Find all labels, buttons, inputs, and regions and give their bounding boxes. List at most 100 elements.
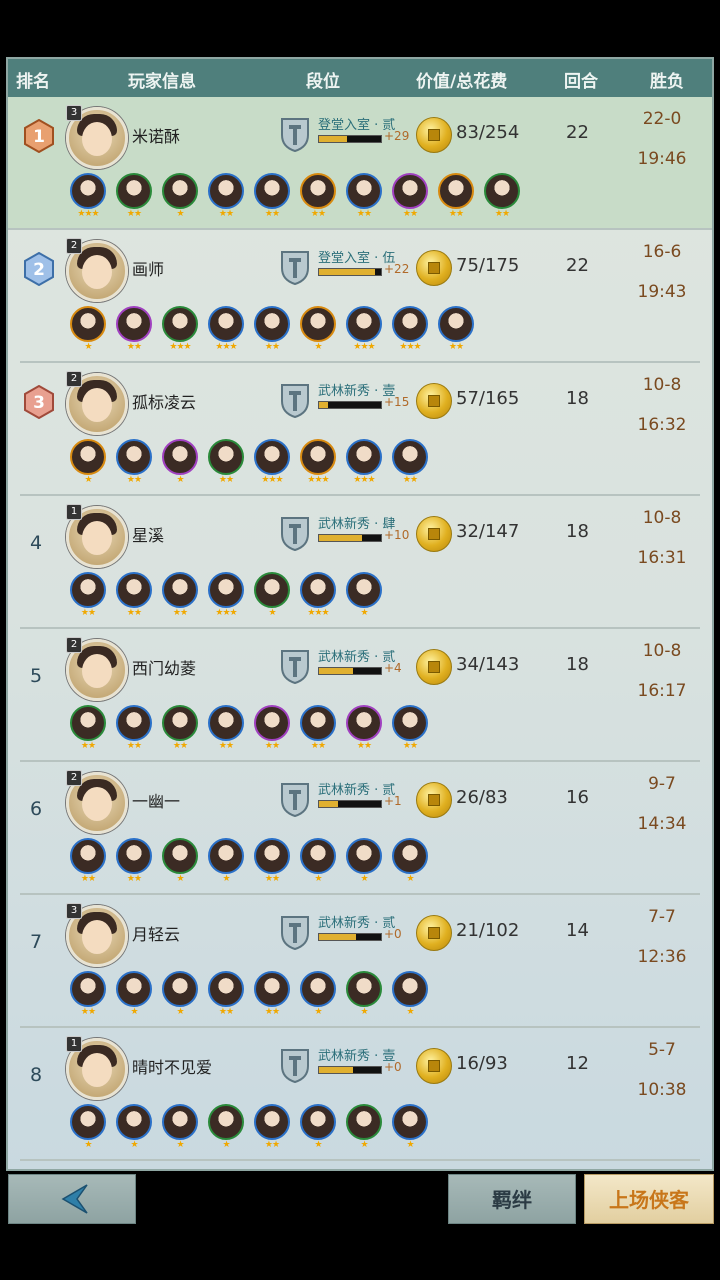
hero-portrait[interactable] [162, 705, 198, 741]
player-row[interactable]: 2 2 画师 登堂入室 · 伍 +22 75/175 22 16-6 19:43… [20, 230, 700, 363]
hero-portrait[interactable] [254, 705, 290, 741]
bonds-button[interactable]: 羁绊 [448, 1174, 576, 1224]
hero-portrait[interactable] [254, 306, 290, 342]
hero-portrait[interactable] [484, 173, 520, 209]
hero-portrait[interactable] [346, 173, 382, 209]
hero-portrait[interactable] [300, 439, 336, 475]
hero-portrait[interactable] [162, 971, 198, 1007]
back-button[interactable] [8, 1174, 136, 1224]
hero-portrait[interactable] [162, 838, 198, 874]
hero-portrait[interactable] [300, 838, 336, 874]
hero-portrait[interactable] [254, 173, 290, 209]
hero-portrait[interactable] [162, 173, 198, 209]
hero-portrait[interactable] [346, 838, 382, 874]
hero-portrait[interactable] [254, 572, 290, 608]
hero-portrait[interactable] [300, 306, 336, 342]
player-level-badge: 2 [66, 637, 82, 653]
hero-portrait[interactable] [392, 971, 428, 1007]
hero-portrait[interactable] [70, 838, 106, 874]
hero-star-rating: ★ [84, 475, 92, 485]
hero-portrait[interactable] [162, 572, 198, 608]
hero-portrait[interactable] [392, 1104, 428, 1140]
hero-star-rating: ★★ [264, 874, 280, 884]
hero-portrait[interactable] [116, 1104, 152, 1140]
hero-portrait[interactable] [438, 306, 474, 342]
hero-portrait[interactable] [116, 572, 152, 608]
hero-portrait[interactable] [392, 838, 428, 874]
hero-portrait[interactable] [254, 838, 290, 874]
win-loss-record: 16-6 [642, 242, 682, 262]
hero-portrait[interactable] [116, 173, 152, 209]
tier-shield-icon [281, 1049, 309, 1084]
hero-portrait[interactable] [346, 971, 382, 1007]
coin-icon [416, 516, 452, 552]
player-row[interactable]: 4 1 星溪 武林新秀 · 肆 +10 32/147 18 10-8 16:31… [20, 496, 700, 629]
hero-portrait[interactable] [116, 306, 152, 342]
hero-lineup: ★★ ★ ★ ★★ ★★ ★ ★ ★ [70, 971, 630, 1021]
hero-portrait[interactable] [208, 971, 244, 1007]
player-name: 一幽一 [132, 792, 181, 811]
player-row[interactable]: 3 2 孤标凌云 武林新秀 · 壹 +15 57/165 18 10-8 16:… [20, 363, 700, 496]
hero-portrait[interactable] [208, 439, 244, 475]
hero-portrait[interactable] [116, 705, 152, 741]
hero-portrait[interactable] [70, 705, 106, 741]
hero-star-rating: ★★ [126, 741, 142, 751]
header-player-info: 玩家信息 [128, 72, 196, 92]
hero-portrait[interactable] [116, 971, 152, 1007]
player-row[interactable]: 7 3 月轻云 武林新秀 · 贰 +0 21/102 14 7-7 12:36 … [20, 895, 700, 1028]
hero-portrait[interactable] [438, 173, 474, 209]
hero-portrait[interactable] [346, 439, 382, 475]
hero-portrait[interactable] [254, 439, 290, 475]
hero-portrait[interactable] [300, 173, 336, 209]
player-row[interactable]: 1 3 米诺酥 登堂入室 · 贰 +29 83/254 22 22-0 19:4… [8, 97, 712, 230]
hero-portrait[interactable] [116, 838, 152, 874]
hero-star-rating: ★★ [80, 741, 96, 751]
hero-star-rating: ★★ [218, 1007, 234, 1017]
player-level-badge: 1 [66, 504, 82, 520]
value-cost: 32/147 [456, 521, 520, 542]
hero-portrait[interactable] [300, 572, 336, 608]
value-cost: 16/93 [456, 1053, 508, 1074]
player-row[interactable]: 5 2 西门幼菱 武林新秀 · 贰 +4 34/143 18 10-8 16:1… [20, 629, 700, 762]
hero-star-rating: ★★ [80, 1007, 96, 1017]
tier-progress-bar [318, 268, 382, 276]
hero-portrait[interactable] [300, 971, 336, 1007]
hero-star-rating: ★ [176, 1140, 184, 1150]
hero-star-rating: ★★★ [307, 608, 329, 618]
hero-portrait[interactable] [208, 572, 244, 608]
player-row[interactable]: 8 1 晴时不见爱 武林新秀 · 壹 +0 16/93 12 5-7 10:38… [20, 1028, 700, 1161]
hero-portrait[interactable] [208, 173, 244, 209]
hero-portrait[interactable] [70, 306, 106, 342]
value-cost: 26/83 [456, 787, 508, 808]
hero-star-rating: ★ [360, 1007, 368, 1017]
hero-portrait[interactable] [392, 306, 428, 342]
hero-portrait[interactable] [70, 572, 106, 608]
hero-portrait[interactable] [116, 439, 152, 475]
hero-portrait[interactable] [300, 705, 336, 741]
hero-portrait[interactable] [208, 1104, 244, 1140]
hero-portrait[interactable] [392, 173, 428, 209]
hero-portrait[interactable] [346, 1104, 382, 1140]
hero-portrait[interactable] [70, 173, 106, 209]
hero-portrait[interactable] [162, 306, 198, 342]
hero-portrait[interactable] [300, 1104, 336, 1140]
hero-portrait[interactable] [346, 705, 382, 741]
hero-star-rating: ★ [360, 1140, 368, 1150]
player-row[interactable]: 6 2 一幽一 武林新秀 · 贰 +1 26/83 16 9-7 14:34 ★… [20, 762, 700, 895]
hero-portrait[interactable] [254, 971, 290, 1007]
hero-portrait[interactable] [70, 1104, 106, 1140]
hero-portrait[interactable] [208, 306, 244, 342]
hero-portrait[interactable] [392, 439, 428, 475]
hero-portrait[interactable] [208, 838, 244, 874]
hero-portrait[interactable] [392, 705, 428, 741]
hero-portrait[interactable] [70, 971, 106, 1007]
hero-portrait[interactable] [346, 572, 382, 608]
hero-portrait[interactable] [162, 439, 198, 475]
hero-portrait[interactable] [162, 1104, 198, 1140]
hero-portrait[interactable] [346, 306, 382, 342]
hero-portrait[interactable] [208, 705, 244, 741]
hero-portrait[interactable] [254, 1104, 290, 1140]
hero-portrait[interactable] [70, 439, 106, 475]
deploy-heroes-button[interactable]: 上场侠客 [584, 1174, 714, 1224]
rank-number: 3 [33, 393, 45, 413]
